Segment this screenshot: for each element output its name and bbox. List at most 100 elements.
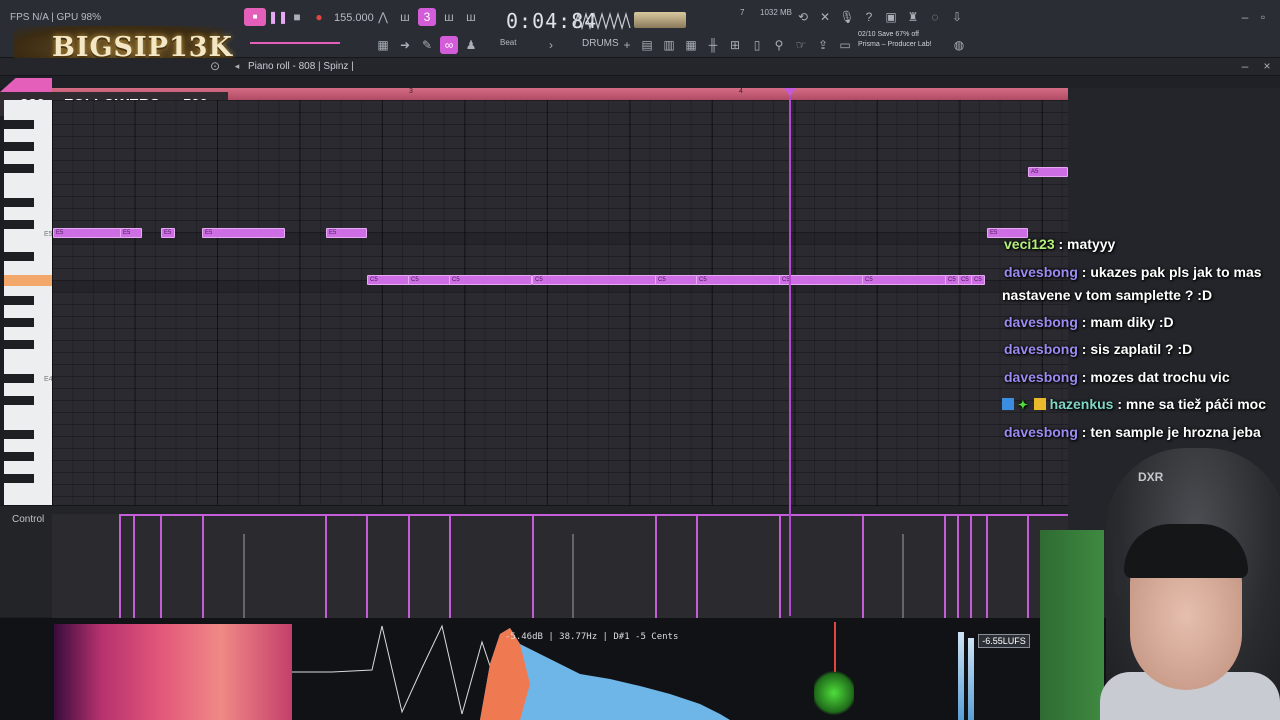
- velocity-handle[interactable]: [572, 534, 574, 618]
- step-edit-icon[interactable]: ш: [440, 8, 458, 26]
- black-key[interactable]: [4, 252, 34, 261]
- velocity-bar[interactable]: [986, 514, 988, 618]
- channel-rack-icon[interactable]: ▦: [682, 36, 700, 54]
- note[interactable]: E5: [202, 228, 285, 238]
- tempo-display[interactable]: 155.000: [334, 12, 374, 24]
- pause-button[interactable]: ❚❚: [268, 8, 288, 26]
- velocity-bar[interactable]: [202, 514, 204, 618]
- velocity-bar[interactable]: [970, 514, 972, 618]
- piano-roll-grid[interactable]: A5 E5 E5 E5 E5 E5 E5 C5 C5 C5 C5 C5 C5 C…: [52, 100, 1068, 505]
- note[interactable]: C5: [532, 275, 656, 285]
- download-icon[interactable]: ⇩: [948, 8, 966, 26]
- black-key[interactable]: [4, 318, 34, 327]
- black-key[interactable]: [4, 452, 34, 461]
- note[interactable]: C5: [779, 275, 863, 285]
- velocity-bar[interactable]: [779, 514, 781, 618]
- velocity-handle[interactable]: [243, 534, 245, 618]
- velocity-bar[interactable]: [532, 514, 534, 618]
- velocity-bar[interactable]: [655, 514, 657, 618]
- black-key[interactable]: [4, 430, 34, 439]
- velocity-bar[interactable]: [160, 514, 162, 618]
- note[interactable]: C5: [971, 275, 985, 285]
- note[interactable]: E5: [326, 228, 367, 238]
- black-key[interactable]: [4, 142, 34, 151]
- note[interactable]: C5: [945, 275, 959, 285]
- playlist-icon[interactable]: ▤: [638, 36, 656, 54]
- highlighted-key[interactable]: [4, 275, 52, 286]
- file-icon[interactable]: ▯: [748, 36, 766, 54]
- velocity-bar[interactable]: [696, 514, 698, 618]
- wait-input-icon[interactable]: ш: [396, 8, 414, 26]
- note[interactable]: A5: [1028, 167, 1068, 177]
- note[interactable]: C5: [696, 275, 780, 285]
- keyboard-icon[interactable]: ▦: [374, 36, 392, 54]
- loop-record-icon[interactable]: ш: [462, 8, 480, 26]
- velocity-bar[interactable]: [957, 514, 959, 618]
- note[interactable]: E5: [120, 228, 142, 238]
- metronome-icon[interactable]: ⋀: [374, 8, 392, 26]
- playhead[interactable]: [789, 88, 791, 616]
- black-key[interactable]: [4, 164, 34, 173]
- restore-icon[interactable]: ▫: [1254, 8, 1272, 26]
- add-icon[interactable]: +: [618, 36, 636, 54]
- note[interactable]: C5: [449, 275, 532, 285]
- song-mode-button[interactable]: ■: [244, 8, 266, 26]
- playhead-marker[interactable]: [784, 88, 796, 96]
- minimize-icon[interactable]: –: [1236, 8, 1254, 26]
- undo-history-icon[interactable]: ⟲: [794, 8, 812, 26]
- help-icon[interactable]: ?: [860, 8, 878, 26]
- velocity-lane[interactable]: [52, 514, 1068, 618]
- note[interactable]: C5: [408, 275, 450, 285]
- pr-close-icon[interactable]: ×: [1258, 58, 1276, 74]
- save-icon[interactable]: ▣: [882, 8, 900, 26]
- play-arrow-icon[interactable]: ◂: [228, 58, 246, 74]
- black-key[interactable]: [4, 296, 34, 305]
- browser-icon[interactable]: ⊞: [726, 36, 744, 54]
- channel-selector[interactable]: DRUMS: [582, 38, 619, 49]
- promo-line-2[interactable]: Prisma – Producer Lab!: [858, 41, 932, 48]
- export-icon[interactable]: ⇪: [814, 36, 832, 54]
- pencil-icon[interactable]: ✎: [418, 36, 436, 54]
- link-icon[interactable]: ∞: [440, 36, 458, 54]
- mixer-icon[interactable]: ✕: [816, 8, 834, 26]
- magnet-icon[interactable]: ⊙: [206, 58, 224, 74]
- black-key[interactable]: [4, 396, 34, 405]
- velocity-bar[interactable]: [944, 514, 946, 618]
- note[interactable]: E5: [53, 228, 123, 238]
- note[interactable]: C5: [655, 275, 697, 285]
- arrow-right-icon[interactable]: ➜: [396, 36, 414, 54]
- velocity-bar[interactable]: [366, 514, 368, 618]
- plugin-icon[interactable]: ♜: [904, 8, 922, 26]
- piano-roll-icon[interactable]: ▥: [660, 36, 678, 54]
- velocity-bar[interactable]: [862, 514, 864, 618]
- stop-button[interactable]: ■: [288, 8, 306, 26]
- note[interactable]: C5: [367, 275, 409, 285]
- pattern-selector[interactable]: Beat: [500, 38, 516, 47]
- event-editor[interactable]: Control: [0, 505, 1068, 618]
- piano-keyboard[interactable]: E5 E4: [4, 100, 52, 505]
- chat-icon[interactable]: ◌: [926, 8, 944, 26]
- stamp-icon[interactable]: ♟: [462, 36, 480, 54]
- note[interactable]: C5: [862, 275, 946, 285]
- velocity-handle[interactable]: [902, 534, 904, 618]
- velocity-bar[interactable]: [133, 514, 135, 618]
- velocity-bar[interactable]: [408, 514, 410, 618]
- microphone-icon[interactable]: 🎙: [838, 8, 856, 26]
- velocity-bar[interactable]: [119, 514, 121, 618]
- black-key[interactable]: [4, 474, 34, 483]
- black-key[interactable]: [4, 340, 34, 349]
- velocity-bar[interactable]: [325, 514, 327, 618]
- black-key[interactable]: [4, 198, 34, 207]
- pr-minimize-icon[interactable]: –: [1236, 58, 1254, 74]
- velocity-bar[interactable]: [1027, 514, 1029, 618]
- black-key[interactable]: [4, 220, 34, 229]
- velocity-bar[interactable]: [449, 514, 451, 618]
- promo-line-1[interactable]: 02/10 Save 67% off: [858, 31, 919, 38]
- pattern-next-icon[interactable]: ›: [542, 36, 560, 54]
- touch-icon[interactable]: ☞: [792, 36, 810, 54]
- note[interactable]: E5: [161, 228, 175, 238]
- record-button[interactable]: ●: [310, 8, 328, 26]
- master-volume-slider[interactable]: [250, 42, 340, 44]
- black-key[interactable]: [4, 120, 34, 129]
- black-key[interactable]: [4, 374, 34, 383]
